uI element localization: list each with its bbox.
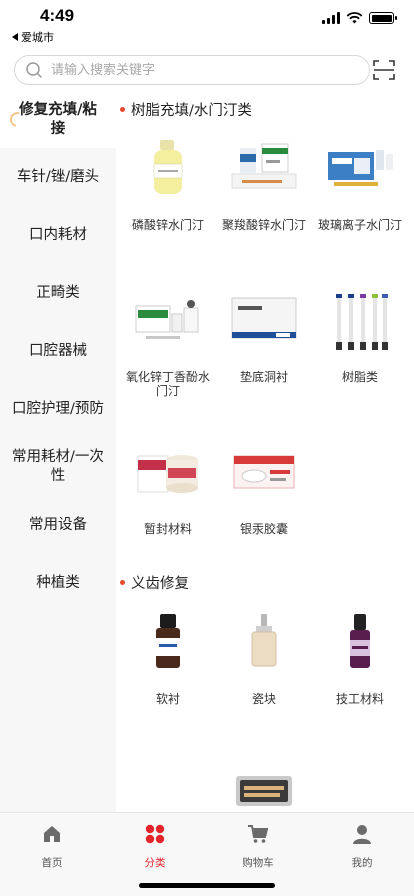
product-name: 暂封材料 [143,522,192,536]
status-icons [322,12,397,24]
bottle-image [156,614,180,668]
product-card[interactable]: 暂封材料 [120,440,216,536]
product-box-image [231,297,297,339]
product-card[interactable]: 聚羧酸锌水门汀 [216,136,312,232]
back-app-label: 爱城市 [21,31,54,44]
section-title: 义齿修复 [120,572,189,593]
category-icon [145,824,165,844]
battery-icon [369,12,397,24]
product-name: 聚羧酸锌水门汀 [222,218,307,232]
product-card[interactable]: 磷酸锌水门汀 [120,136,216,232]
product-card[interactable]: 氧化锌丁香酚水门汀 [120,288,216,398]
sidebar-item-label: 常用耗材/一次性 [12,449,104,484]
section-title-text: 树脂充填/水门汀类 [131,103,252,119]
product-jar-image [137,455,198,493]
product-name: 玻璃离子水门汀 [318,218,403,232]
sidebar-item-label: 种植类 [36,574,80,591]
sidebar-item-label: 口腔护理/预防 [12,400,104,417]
product-card[interactable]: 瓷块 [216,610,312,706]
sidebar-item-label: 修复充填/粘接 [19,102,97,137]
product-name: 树脂类 [341,370,378,384]
tab-label: 购物车 [242,857,274,869]
search-icon [26,62,42,78]
resin-syringes-image [336,294,388,350]
sidebar-item-label: 常用设备 [29,516,87,533]
product-card[interactable]: 软衬 [120,610,216,706]
product-name: 瓷块 [251,692,276,706]
cart-icon [248,825,269,843]
section-title-text: 义齿修复 [131,576,189,592]
sidebar-item-consumables[interactable]: 常用耗材/一次性 [0,438,116,496]
back-to-app-link[interactable]: 爱城市 [12,29,54,45]
product-card[interactable]: 树脂类 [312,288,408,384]
product-card[interactable]: 银汞胶囊 [216,440,312,536]
bottle-image [350,614,370,668]
product-kit-image [135,300,199,339]
tab-cart[interactable]: 购物车 [206,823,310,870]
section-dot-icon [120,107,125,112]
home-icon [44,826,60,842]
product-name: 氧化锌丁香酚水门汀 [126,370,211,398]
sidebar-item-orthodontic[interactable]: 正畸类 [0,264,116,322]
product-card[interactable] [216,762,312,812]
wifi-icon [346,12,363,24]
sidebar-item-label: 车针/锉/磨头 [16,168,100,185]
sidebar-item-repair-filling[interactable]: 修复充填/粘接 [0,92,116,148]
product-card[interactable]: 技工材料 [312,610,408,706]
product-tray-image [236,776,292,806]
tab-home[interactable]: 首页 [0,823,104,870]
sidebar-item-label: 口腔器械 [29,342,87,359]
tab-label: 分类 [144,857,166,869]
sidebar-item-label: 口内耗材 [29,226,87,243]
section-dot-icon [120,580,125,585]
product-name: 软衬 [155,692,180,706]
back-arrow-icon [12,33,18,41]
ceramic-block-image [251,614,277,667]
status-bar: 4:49 爱城市 [0,0,414,44]
tab-category[interactable]: 分类 [103,823,207,870]
product-name: 技工材料 [335,692,384,706]
tab-label: 首页 [41,857,63,869]
sidebar-item-equipment[interactable]: 常用设备 [0,496,116,554]
tab-profile[interactable]: 我的 [310,823,414,870]
product-name: 磷酸锌水门汀 [131,218,204,232]
search-input[interactable] [51,62,351,78]
product-content: 树脂充填/水门汀类 磷酸锌水门汀 聚羧酸锌水门汀 玻璃离子水门汀 氧化锌丁香酚水… [116,92,414,812]
sidebar-item-intraoral[interactable]: 口内耗材 [0,206,116,264]
liquid-bottle-image [153,140,183,194]
scan-icon[interactable] [373,59,395,81]
status-time: 4:49 [40,6,75,25]
sidebar-item-implant[interactable]: 种植类 [0,554,116,612]
sidebar-item-burs[interactable]: 车针/锉/磨头 [0,148,116,206]
sidebar-item-oral-care[interactable]: 口腔护理/预防 [0,380,116,438]
product-name: 银汞胶囊 [239,522,288,536]
home-indicator [139,883,275,888]
product-kit-image [328,150,393,186]
product-box-image [233,455,295,489]
product-card[interactable]: 垫底洞衬 [216,288,312,384]
product-card[interactable]: 玻璃离子水门汀 [312,136,408,232]
profile-icon [353,825,371,844]
category-sidebar: 修复充填/粘接 车针/锉/磨头 口内耗材 正畸类 口腔器械 口腔护理/预防 常用… [0,92,116,812]
search-bar[interactable] [14,55,370,85]
tab-label: 我的 [351,857,373,869]
section-title: 树脂充填/水门汀类 [120,99,252,120]
sidebar-item-label: 正畸类 [36,284,80,301]
cellular-signal-icon [322,12,340,24]
product-name: 垫底洞衬 [239,370,288,384]
sidebar-item-instruments[interactable]: 口腔器械 [0,322,116,380]
product-kit-image [231,143,297,189]
